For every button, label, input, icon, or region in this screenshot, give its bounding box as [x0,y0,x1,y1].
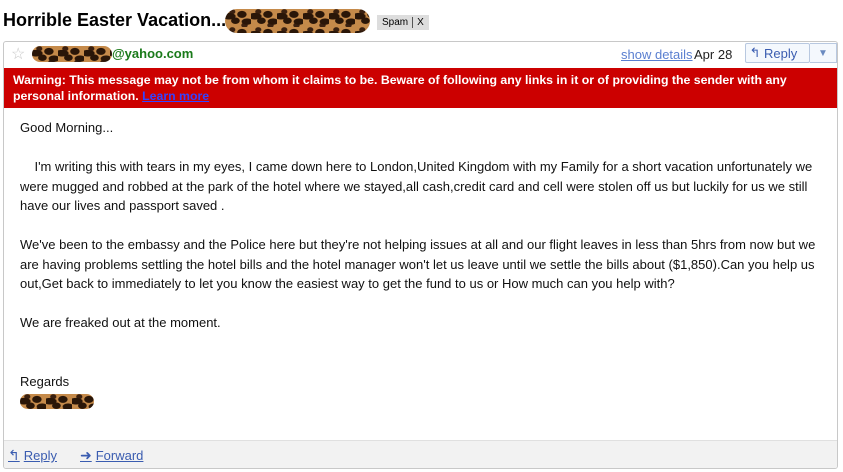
footer-reply-label: Reply [23,448,57,463]
footer-forward-button[interactable]: ➜ Forward [80,447,143,464]
paragraph-1: I'm writing this with tears in my eyes, … [20,159,813,213]
star-icon[interactable]: ☆ [11,44,25,64]
spam-label-text[interactable]: Spam [382,15,408,30]
paragraph-3: We are freaked out at the moment. [20,315,221,330]
reply-button-label: Reply [764,45,798,61]
more-actions-button[interactable]: ▼ [810,43,837,63]
phishing-warning-banner: Warning: This message may not be from wh… [4,68,837,108]
redaction-pattern [20,394,94,409]
redaction-pattern [32,46,112,62]
paragraph-2: We've been to the embassy and the Police… [20,237,816,291]
closing: Regards [20,373,70,389]
reply-arrow-icon: ↰ [749,45,761,60]
redaction-pattern [225,9,370,33]
learn-more-link[interactable]: Learn more [142,89,209,103]
message-date: Apr 28 [694,47,733,62]
chevron-down-icon: ▼ [818,47,828,59]
greeting: Good Morning... [20,120,114,135]
forward-arrow-icon: ➜ [80,447,92,463]
sender-email[interactable]: @yahoo.com [112,46,193,61]
spam-label: Spam X [377,15,429,30]
message-footer: ↰ Reply ➜ Forward [4,440,837,468]
footer-forward-label: Forward [95,448,144,463]
message-body: Good Morning... I'm writing this with te… [20,118,832,409]
email-subject: Horrible Easter Vacation........ [3,10,252,30]
label-divider [412,17,414,28]
reply-button[interactable]: ↰ Reply [745,43,810,63]
warning-text: Warning: This message may not be from wh… [13,73,787,103]
remove-label-button[interactable]: X [417,15,424,30]
message-card: ☆ @yahoo.com show details Apr 28 ↰ Reply… [3,41,838,469]
reply-arrow-icon: ↰ [8,447,20,463]
subject-row: Horrible Easter Vacation........ Spam X [0,0,843,42]
footer-reply-button[interactable]: ↰ Reply [8,447,57,464]
message-header: ☆ @yahoo.com show details Apr 28 ↰ Reply… [4,42,837,66]
show-details-link[interactable]: show details [621,47,693,62]
